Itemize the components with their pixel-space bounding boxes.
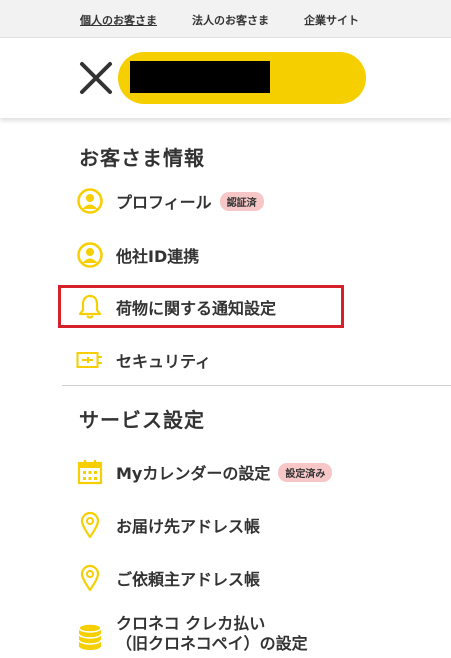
menu-item-profile[interactable]: プロフィール 認証済: [76, 184, 264, 218]
menu-item-label: お届け先アドレス帳: [116, 517, 261, 536]
menu-header: [0, 38, 451, 118]
service-settings-heading: サービス設定: [79, 408, 205, 432]
menu-item-package-notification[interactable]: 荷物に関する通知設定: [76, 290, 276, 324]
redacted-username: [130, 61, 270, 93]
menu-item-label: セキュリティ: [116, 352, 212, 371]
menu-item-sender-address-book[interactable]: ご依頼主アドレス帳: [76, 561, 260, 595]
close-icon[interactable]: [78, 60, 114, 96]
customer-info-heading: お客さま情報: [79, 146, 205, 170]
menu-item-other-id-link[interactable]: 他社ID連携: [76, 238, 199, 272]
menu-item-my-calendar[interactable]: Myカレンダーの設定 設定済み: [76, 455, 333, 489]
calendar-icon: [76, 458, 104, 486]
menu-item-security[interactable]: セキュリティ: [76, 343, 211, 377]
map-pin-icon: [76, 564, 104, 592]
menu-item-label: Myカレンダーの設定: [116, 464, 271, 483]
nav-business-link[interactable]: 法人のお客さま: [192, 12, 269, 28]
menu-item-label: クロネコ クレカ払い （旧クロネコペイ）の設定: [116, 614, 308, 654]
configured-badge: 設定済み: [278, 462, 333, 482]
verified-badge: 認証済: [219, 191, 264, 211]
nav-personal-link[interactable]: 個人のお客さま: [80, 12, 157, 28]
menu-item-kuroneko-card-pay[interactable]: クロネコ クレカ払い （旧クロネコペイ）の設定: [76, 614, 308, 654]
top-nav-bar: 個人のお客さま 法人のお客さま 企業サイト: [0, 0, 451, 38]
map-pin-icon: [76, 511, 104, 539]
menu-item-label: 他社ID連携: [116, 247, 200, 266]
bell-icon: [76, 293, 104, 321]
menu-item-label-line2: （旧クロネコペイ）の設定: [116, 634, 308, 653]
menu-item-label: 荷物に関する通知設定: [116, 299, 277, 318]
security-key-icon: [76, 346, 104, 374]
person-circle-icon: [76, 187, 104, 215]
user-name-pill: [118, 52, 366, 104]
section-divider: [62, 385, 451, 386]
menu-item-label-line1: クロネコ クレカ払い: [116, 614, 266, 633]
menu-item-delivery-address-book[interactable]: お届け先アドレス帳: [76, 508, 260, 542]
menu-item-label: ご依頼主アドレス帳: [116, 570, 261, 589]
nav-corporate-link[interactable]: 企業サイト: [304, 12, 359, 28]
coin-stack-icon: [76, 620, 104, 654]
person-circle-icon: [76, 241, 104, 269]
menu-item-label: プロフィール: [116, 193, 212, 212]
